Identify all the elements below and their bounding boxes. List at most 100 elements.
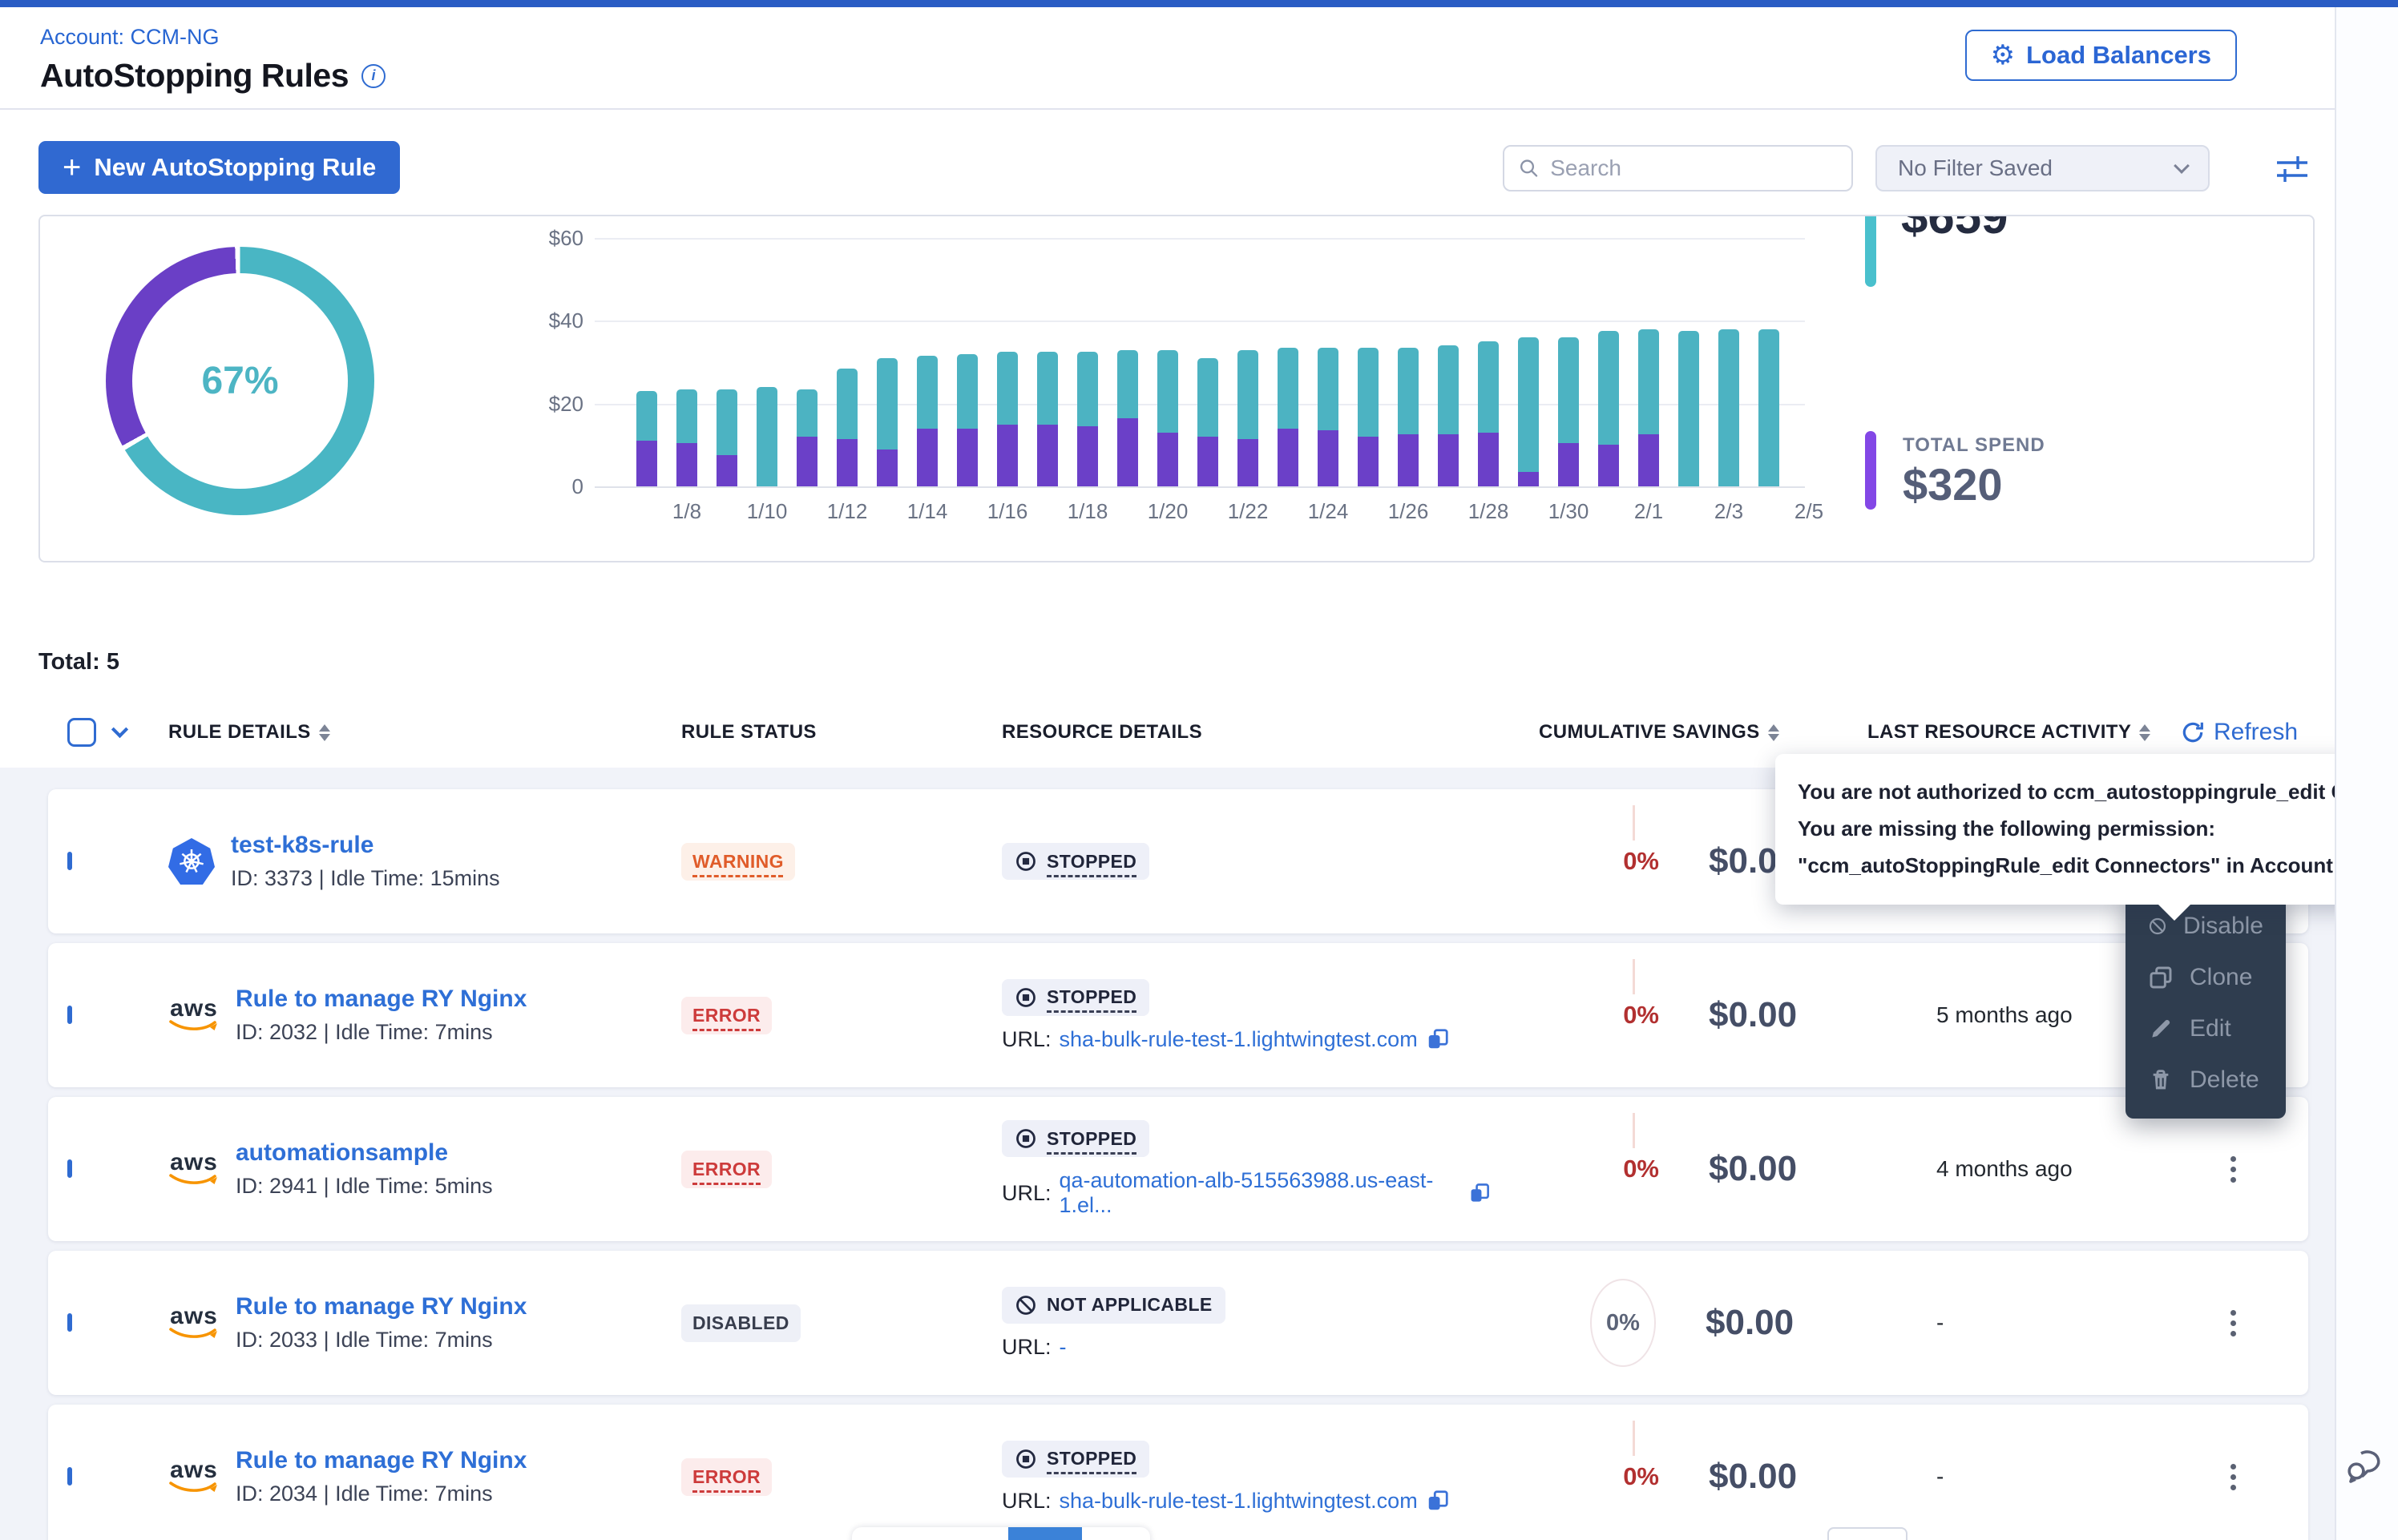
resource-url-link[interactable]: - bbox=[1060, 1335, 1067, 1360]
savings-bar-segment bbox=[1197, 358, 1218, 437]
chat-bubbles-icon bbox=[2345, 1447, 2387, 1486]
cumulative-savings-cell: 0% $0.00 bbox=[1491, 1457, 1867, 1497]
savings-bar-segment bbox=[1598, 331, 1619, 445]
resource-state-badge: NOT APPLICABLE bbox=[1002, 1287, 1225, 1324]
resource-details-cell: STOPPED URL: qa-automation-alb-515563988… bbox=[1002, 1120, 1491, 1218]
bar-slot bbox=[1789, 238, 1829, 486]
bar-plot-bars bbox=[627, 238, 1829, 486]
copy-icon[interactable] bbox=[1426, 1027, 1450, 1051]
rule-name-link[interactable]: Rule to manage RY Nginx bbox=[236, 986, 527, 1013]
savings-bar-segment bbox=[877, 358, 898, 450]
x-axis-tick-label: 1/24 bbox=[1292, 499, 1364, 524]
row-checkbox[interactable] bbox=[67, 1159, 72, 1178]
stopped-icon bbox=[1015, 1127, 1037, 1150]
spend-bar-segment bbox=[1598, 445, 1619, 486]
account-breadcrumb[interactable]: Account: CCM-NG bbox=[40, 25, 220, 50]
row-actions-menu-button[interactable] bbox=[2217, 1464, 2249, 1490]
stopped-icon bbox=[1015, 986, 1037, 1009]
row-checkbox[interactable] bbox=[67, 1006, 72, 1024]
context-menu-item-edit[interactable]: Edit bbox=[2126, 1003, 2286, 1054]
savings-percentage-circle: 0% bbox=[1590, 1279, 1656, 1367]
aws-icon: aws bbox=[168, 1460, 220, 1494]
stopped-icon bbox=[1015, 850, 1037, 873]
spend-bar-segment bbox=[1037, 425, 1058, 487]
chat-support-button[interactable] bbox=[2345, 1447, 2387, 1490]
copy-icon[interactable] bbox=[1468, 1181, 1491, 1205]
refresh-label: Refresh bbox=[2214, 719, 2298, 746]
x-axis-tick-label: 1/10 bbox=[731, 499, 803, 524]
resource-url: URL: sha-bulk-rule-test-1.lightwingtest.… bbox=[1002, 1027, 1491, 1052]
resource-url-link[interactable]: sha-bulk-rule-test-1.lightwingtest.com bbox=[1060, 1489, 1418, 1514]
row-context-menu: Disable Clone Edit Delete bbox=[2126, 888, 2286, 1119]
cumulative-savings-cell: 0% $0.00 bbox=[1491, 995, 1867, 1035]
resource-url-link[interactable]: sha-bulk-rule-test-1.lightwingtest.com bbox=[1060, 1027, 1418, 1052]
resource-url: URL: sha-bulk-rule-test-1.lightwingtest.… bbox=[1002, 1489, 1491, 1514]
filter-sliders-icon bbox=[2274, 152, 2311, 186]
spend-bar-segment bbox=[917, 429, 938, 486]
bar-slot bbox=[1388, 238, 1428, 486]
savings-bar-segment bbox=[636, 391, 657, 441]
rule-meta: ID: 2032 | Idle Time: 7mins bbox=[236, 1020, 527, 1045]
bar-slot bbox=[1068, 238, 1108, 486]
rule-name-link[interactable]: automationsample bbox=[236, 1139, 493, 1167]
y-axis-tick-label: $20 bbox=[519, 392, 583, 417]
savings-bar-segment bbox=[1278, 348, 1298, 429]
select-menu-chevron-icon[interactable] bbox=[111, 721, 128, 738]
delete-icon bbox=[2148, 1067, 2174, 1093]
sort-icon bbox=[2139, 724, 2150, 741]
x-axis-tick-label: 1/30 bbox=[1532, 499, 1605, 524]
filter-panel-button[interactable] bbox=[2272, 152, 2312, 187]
column-rule-details[interactable]: RULE DETAILS bbox=[168, 721, 681, 744]
cumulative-savings-cell: 0% $0.00 bbox=[1491, 1279, 1867, 1367]
row-actions-menu-button[interactable] bbox=[2217, 1310, 2249, 1336]
x-axis-tick-label: 1/26 bbox=[1372, 499, 1444, 524]
refresh-button[interactable]: Refresh bbox=[2180, 719, 2308, 746]
rule-name-link[interactable]: Rule to manage RY Nginx bbox=[236, 1293, 527, 1320]
context-menu-item-delete[interactable]: Delete bbox=[2126, 1054, 2286, 1106]
search-input[interactable] bbox=[1550, 155, 1837, 181]
spend-bar-segment bbox=[837, 439, 858, 486]
spend-bar-segment bbox=[717, 455, 737, 486]
resource-details-cell: STOPPED URL: sha-bulk-rule-test-1.lightw… bbox=[1002, 1441, 1491, 1514]
new-autostopping-rule-button[interactable]: + New AutoStopping Rule bbox=[38, 141, 400, 194]
sort-icon bbox=[319, 724, 330, 741]
bar-slot bbox=[1027, 238, 1068, 486]
not-applicable-icon bbox=[1015, 1294, 1037, 1316]
savings-bar-segment bbox=[1718, 329, 1739, 486]
resource-details-cell: NOT APPLICABLE URL: - bbox=[1002, 1287, 1491, 1360]
rule-name-link[interactable]: Rule to manage RY Nginx bbox=[236, 1447, 527, 1474]
saved-filter-dropdown[interactable]: No Filter Saved bbox=[1875, 145, 2210, 191]
info-icon[interactable]: i bbox=[361, 64, 386, 88]
savings-bar-segment bbox=[917, 356, 938, 428]
savings-bar-segment bbox=[1398, 348, 1419, 435]
rule-name-link[interactable]: test-k8s-rule bbox=[231, 832, 500, 859]
last-activity-cell: 4 months ago bbox=[1867, 1156, 2180, 1182]
context-menu-item-disable[interactable]: Disable bbox=[2126, 901, 2286, 952]
load-balancers-button[interactable]: ⚙ Load Balancers bbox=[1965, 30, 2237, 81]
spend-bar-segment bbox=[636, 441, 657, 486]
bar-slot bbox=[1629, 238, 1669, 486]
total-spend-value: $320 bbox=[1903, 458, 2003, 510]
page-size-selector[interactable] bbox=[1827, 1527, 1908, 1540]
row-actions-menu-button[interactable] bbox=[2217, 1156, 2249, 1183]
savings-bar-segment bbox=[1237, 350, 1258, 439]
column-last-resource-activity[interactable]: LAST RESOURCE ACTIVITY bbox=[1867, 721, 2180, 744]
resource-url-link[interactable]: qa-automation-alb-515563988.us-east-1.el… bbox=[1060, 1168, 1460, 1218]
gear-icon: ⚙ bbox=[1991, 39, 2015, 71]
context-menu-item-clone[interactable]: Clone bbox=[2126, 952, 2286, 1003]
row-checkbox[interactable] bbox=[67, 1313, 72, 1332]
aws-icon: aws bbox=[168, 1306, 220, 1340]
bar-slot bbox=[907, 238, 947, 486]
y-axis-tick-label: $60 bbox=[519, 226, 583, 251]
savings-bar-segment bbox=[1518, 337, 1539, 472]
pagination-active-page[interactable] bbox=[1008, 1527, 1082, 1540]
row-checkbox[interactable] bbox=[67, 1467, 72, 1486]
rule-status-cell: ERROR bbox=[681, 1458, 1002, 1496]
row-checkbox[interactable] bbox=[67, 852, 72, 870]
select-all-checkbox[interactable] bbox=[67, 718, 96, 747]
pagination-bar[interactable] bbox=[852, 1527, 1150, 1540]
bar-slot bbox=[1508, 238, 1548, 486]
column-cumulative-savings[interactable]: CUMULATIVE SAVINGS bbox=[1491, 721, 1867, 744]
copy-icon[interactable] bbox=[1426, 1489, 1450, 1513]
rule-details-cell: aws Rule to manage RY Nginx ID: 2032 | I… bbox=[168, 986, 681, 1045]
